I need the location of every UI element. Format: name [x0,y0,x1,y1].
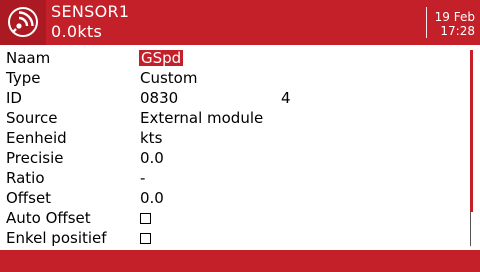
sensor-settings-list: Naam GSpd Type Custom ID 0830 4 Source E… [0,45,470,250]
type-select[interactable]: Custom [140,68,197,88]
row-enkel-positief: Enkel positief [0,228,470,248]
field-label: Precisie [6,149,64,167]
field-label: Type [6,69,41,87]
scrollbar-rail [470,212,471,246]
field-label: Auto Offset [6,209,91,227]
field-label: Ratio [6,169,45,187]
date-label: 19 Feb [434,10,475,24]
page-title: SENSOR1 [51,2,130,21]
source-select[interactable]: External module [140,108,263,128]
field-label: Source [6,109,58,127]
row-ratio: Ratio - [0,168,470,188]
row-precisie: Precisie 0.0 [0,148,470,168]
id-field[interactable]: 0830 [140,88,178,108]
header-bar: SENSOR1 0.0kts 19 Feb 17:28 [0,0,480,45]
row-offset: Offset 0.0 [0,188,470,208]
row-id: ID 0830 4 [0,88,470,108]
row-naam: Naam GSpd [0,48,470,68]
row-eenheid: Eenheid kts [0,128,470,148]
name-field[interactable]: GSpd [139,50,184,66]
offset-field[interactable]: 0.0 [140,188,164,208]
sensor-value: 0.0kts [51,22,103,41]
field-label: Naam [6,49,51,67]
row-auto-offset: Auto Offset [0,208,470,228]
unit-select[interactable]: kts [140,128,162,148]
telemetry-signal-icon[interactable] [0,0,46,45]
row-type: Type Custom [0,68,470,88]
field-label: Offset [6,189,52,207]
field-label: Eenheid [6,129,67,147]
field-label: Enkel positief [6,229,107,247]
row-source: Source External module [0,108,470,128]
time-label: 17:28 [440,24,475,38]
scrollbar-thumb[interactable] [470,50,473,212]
instance-field[interactable]: 4 [281,88,291,108]
field-label: ID [6,89,22,107]
precision-select[interactable]: 0.0 [140,148,164,168]
auto-offset-checkbox[interactable] [140,213,151,224]
datetime-box: 19 Feb 17:28 [426,7,480,38]
ratio-field[interactable]: - [140,168,145,188]
positive-only-checkbox[interactable] [140,233,151,244]
footer-bar [0,250,480,272]
